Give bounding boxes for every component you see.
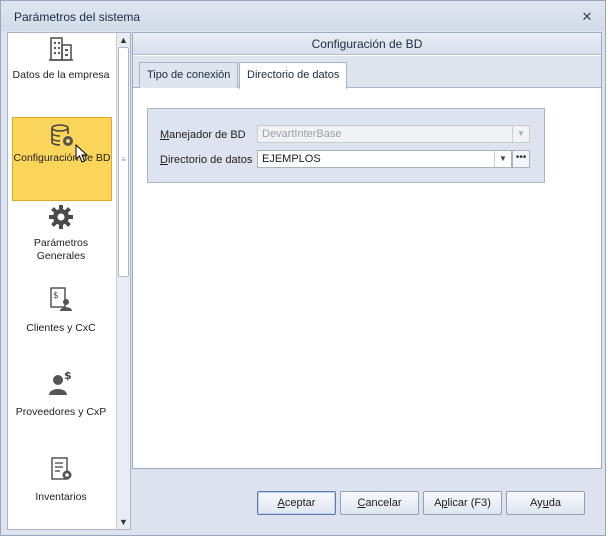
grip-icon: ≡ [121, 155, 126, 164]
browse-button[interactable]: ••• [512, 150, 530, 168]
directory-label: Directorio de datos [160, 154, 253, 166]
sidebar-item-proveedores-cxp[interactable]: $ Proveedores y CxP [8, 369, 114, 453]
tab-tipo-conexion[interactable]: Tipo de conexión [139, 62, 239, 88]
parametros-dialog: Parámetros del sistema ✕ Datos de la emp… [0, 0, 606, 536]
close-icon[interactable]: ✕ [580, 10, 594, 24]
sidebar-item-clientes-cxc[interactable]: $ Clientes y CxC [8, 285, 114, 369]
accept-button[interactable]: Aceptar [257, 491, 336, 515]
svg-text:$: $ [64, 369, 72, 382]
panel-title: Configuración de BD [133, 33, 601, 55]
window-title: Parámetros del sistema [14, 10, 141, 24]
building-icon [49, 37, 73, 61]
database-gear-icon [51, 124, 73, 146]
config-panel: Configuración de BD Tipo de conexión Dir… [132, 32, 602, 469]
supplier-icon: $ [49, 369, 72, 395]
customer-invoice-icon: $ [50, 287, 72, 311]
sidebar-item-configuracion-bd[interactable]: Configuración de BD [12, 117, 112, 201]
chevron-down-icon: ▼ [512, 126, 529, 142]
sidebar-item-label: Inventarios [35, 491, 87, 503]
tab-directorio-datos[interactable]: Directorio de datos [239, 62, 348, 89]
sidebar-item-label: Proveedores y CxP [15, 406, 107, 418]
sidebar-item-label: Clientes y CxC [26, 322, 96, 334]
apply-button[interactable]: Aplicar (F3) [423, 491, 502, 515]
sidebar-item-label: Configuración de BD [13, 152, 111, 164]
title-bar: Parámetros del sistema ✕ [1, 1, 605, 31]
sidebar-item-datos-empresa[interactable]: Datos de la empresa [8, 33, 114, 117]
sidebar-item-parametros-generales[interactable]: Parámetros Generales [8, 201, 114, 285]
data-directory-select[interactable]: EJEMPLOS ▼ [257, 150, 512, 168]
gear-icon [49, 205, 73, 229]
sidebar-scrollbar[interactable]: ▲ ≡ ▼ [116, 33, 130, 529]
mouse-cursor-icon [75, 144, 89, 163]
inventory-list-icon [51, 457, 72, 480]
sidebar-item-label: Datos de la empresa [12, 69, 110, 81]
sidebar-item-label: Parámetros Generales [33, 237, 89, 262]
svg-text:$: $ [53, 291, 59, 301]
cancel-button[interactable]: Cancelar [340, 491, 419, 515]
scroll-up-icon[interactable]: ▲ [117, 33, 130, 47]
chevron-down-icon[interactable]: ▼ [494, 151, 511, 167]
scroll-thumb[interactable]: ≡ [118, 47, 129, 277]
sidebar-nav: Datos de la empresa Configuración de BD [7, 32, 131, 530]
manager-label: Manejador de BD [160, 129, 246, 141]
settings-group: Manejador de BD DevartInterBase ▼ Direct… [147, 108, 545, 183]
help-button[interactable]: Ayuda [506, 491, 585, 515]
scroll-down-icon[interactable]: ▼ [117, 515, 130, 529]
data-directory-value: EJEMPLOS [262, 153, 321, 165]
db-manager-value: DevartInterBase [262, 128, 342, 140]
db-manager-select: DevartInterBase ▼ [257, 125, 530, 143]
tab-strip: Tipo de conexión Directorio de datos [133, 56, 601, 89]
sidebar-item-inventarios[interactable]: Inventarios [8, 453, 114, 529]
